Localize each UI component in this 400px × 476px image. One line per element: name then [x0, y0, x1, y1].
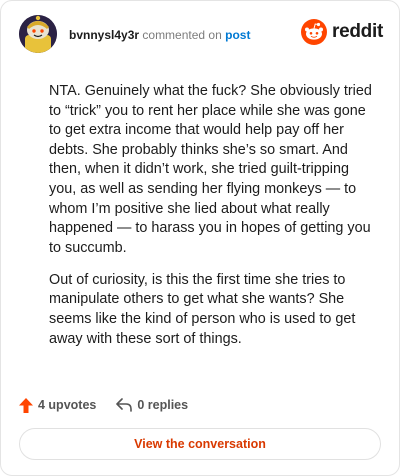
- comment-actions: 4 upvotes 0 replies: [19, 396, 208, 414]
- reply-arrow-icon: [116, 398, 133, 412]
- avatar-snoo-icon: [19, 15, 57, 53]
- comment-paragraph: Out of curiosity, is this the first time…: [49, 271, 356, 347]
- comment-meta: bvnnysl4y3r commented on post: [69, 27, 250, 43]
- reddit-logo[interactable]: reddit: [301, 17, 383, 47]
- upvote-arrow-icon: [19, 397, 33, 413]
- username-link[interactable]: bvnnysl4y3r: [69, 28, 139, 42]
- reddit-snoo-icon: [301, 19, 328, 45]
- reply-button[interactable]: 0 replies: [116, 398, 188, 412]
- comment-paragraph: NTA. Genuinely what the fuck? She obviou…: [49, 83, 372, 256]
- view-conversation-button[interactable]: View the conversation: [19, 428, 381, 460]
- reply-count: 0 replies: [137, 398, 189, 412]
- post-link[interactable]: post: [225, 28, 250, 42]
- reddit-wordmark: reddit: [332, 21, 383, 42]
- avatar[interactable]: [19, 15, 57, 53]
- comment-header: bvnnysl4y3r commented on post reddit: [19, 15, 383, 55]
- comment-embed-card: bvnnysl4y3r commented on post reddit NTA…: [0, 0, 400, 476]
- upvote-count: 4 upvotes: [38, 398, 97, 412]
- commented-on-text: commented on: [142, 28, 222, 42]
- upvote-button[interactable]: 4 upvotes: [19, 397, 97, 413]
- comment-body: NTA. Genuinely what the fuck? She obviou…: [49, 82, 379, 362]
